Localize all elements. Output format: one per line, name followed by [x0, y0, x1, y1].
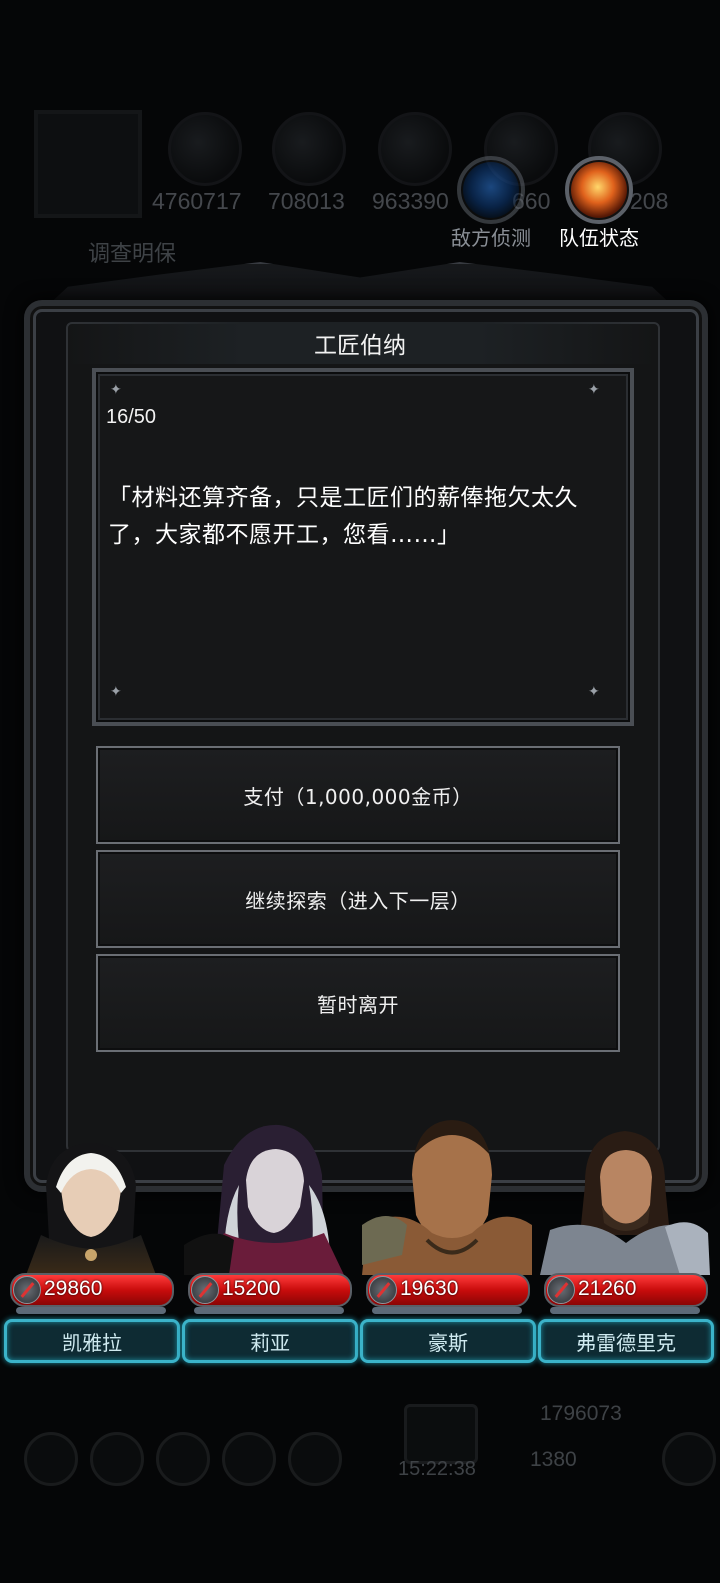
menu-round-button — [222, 1432, 276, 1486]
sword-icon — [547, 1276, 575, 1304]
background-gems: 1380 — [530, 1448, 577, 1471]
hero-portrait — [540, 1131, 710, 1275]
hero-name: 弗雷德里克 — [538, 1319, 714, 1363]
equipment-slot — [34, 110, 142, 218]
menu-round-button — [288, 1432, 342, 1486]
gift-icon — [404, 1404, 478, 1464]
hero-card[interactable]: 19630 豪斯 — [358, 1115, 536, 1365]
pay-gold-button[interactable]: 支付（1,000,000金币） — [96, 746, 620, 844]
resource-count: 963390 — [372, 188, 449, 214]
hp-bar: 15200 — [188, 1273, 352, 1307]
flame-emblem-icon — [565, 156, 633, 224]
background-clock: 15:22:38 — [398, 1458, 476, 1480]
choice-label: 暂时离开 — [317, 992, 399, 1017]
leave-button[interactable]: 暂时离开 — [96, 954, 620, 1052]
resource-count: 708013 — [268, 188, 345, 214]
hp-value: 19630 — [400, 1277, 459, 1300]
hero-portrait — [362, 1120, 532, 1275]
hero-card[interactable]: 29860 凯雅拉 — [2, 1115, 180, 1365]
sword-icon — [369, 1276, 397, 1304]
energy-bar — [550, 1307, 700, 1314]
resource-icon — [168, 112, 242, 186]
menu-round-button — [90, 1432, 144, 1486]
background-gold: 1796073 — [540, 1402, 622, 1425]
continue-explore-button[interactable]: 继续探索（进入下一层） — [96, 850, 620, 948]
hero-portrait — [184, 1124, 344, 1275]
corner-sparkle-icon: ✦ — [588, 684, 600, 700]
choice-label: 支付（1,000,000金币） — [243, 784, 473, 809]
resource-count: 4760717 — [152, 188, 242, 214]
resource-icon — [272, 112, 346, 186]
corner-sparkle-icon: ✦ — [588, 382, 600, 398]
menu-round-button — [24, 1432, 78, 1486]
hp-value: 21260 — [578, 1277, 637, 1300]
corner-sparkle-icon: ✦ — [110, 382, 122, 398]
hero-card[interactable]: 21260 弗雷德里克 — [536, 1115, 714, 1365]
background-status-text: 调查明保 — [88, 241, 177, 266]
choice-label: 继续探索（进入下一层） — [245, 888, 471, 913]
hp-value: 15200 — [222, 1277, 281, 1300]
radar-icon — [457, 156, 525, 224]
hp-bar: 21260 — [544, 1273, 708, 1307]
energy-bar — [372, 1307, 522, 1314]
hp-value: 29860 — [44, 1277, 103, 1300]
add-button — [662, 1432, 716, 1486]
hero-name: 凯雅拉 — [4, 1319, 180, 1363]
corner-sparkle-icon: ✦ — [110, 684, 122, 700]
hp-bar: 29860 — [10, 1273, 174, 1307]
team-status-button[interactable]: 队伍状态 — [554, 156, 644, 251]
sword-icon — [191, 1276, 219, 1304]
hero-name: 豪斯 — [360, 1319, 536, 1363]
hero-card[interactable]: 15200 莉亚 — [180, 1115, 358, 1365]
hp-bar: 19630 — [366, 1273, 530, 1307]
sword-icon — [13, 1276, 41, 1304]
menu-round-button — [156, 1432, 210, 1486]
hero-name: 莉亚 — [182, 1319, 358, 1363]
dialog-text: 「材料还算齐备，只是工匠们的薪俸拖欠太久了，大家都不愿开工，您看……」 — [108, 485, 578, 548]
energy-bar — [16, 1307, 166, 1314]
enemy-scout-label: 敌方侦测 — [451, 226, 531, 250]
hero-portrait — [26, 1143, 156, 1275]
energy-bar — [194, 1307, 344, 1314]
resource-icon — [378, 112, 452, 186]
dialog-title: 工匠伯纳 — [314, 333, 406, 359]
enemy-scout-button[interactable]: 敌方侦测 — [446, 156, 536, 251]
dialog-progress: 16/50 — [106, 406, 157, 428]
team-status-label: 队伍状态 — [559, 226, 639, 250]
